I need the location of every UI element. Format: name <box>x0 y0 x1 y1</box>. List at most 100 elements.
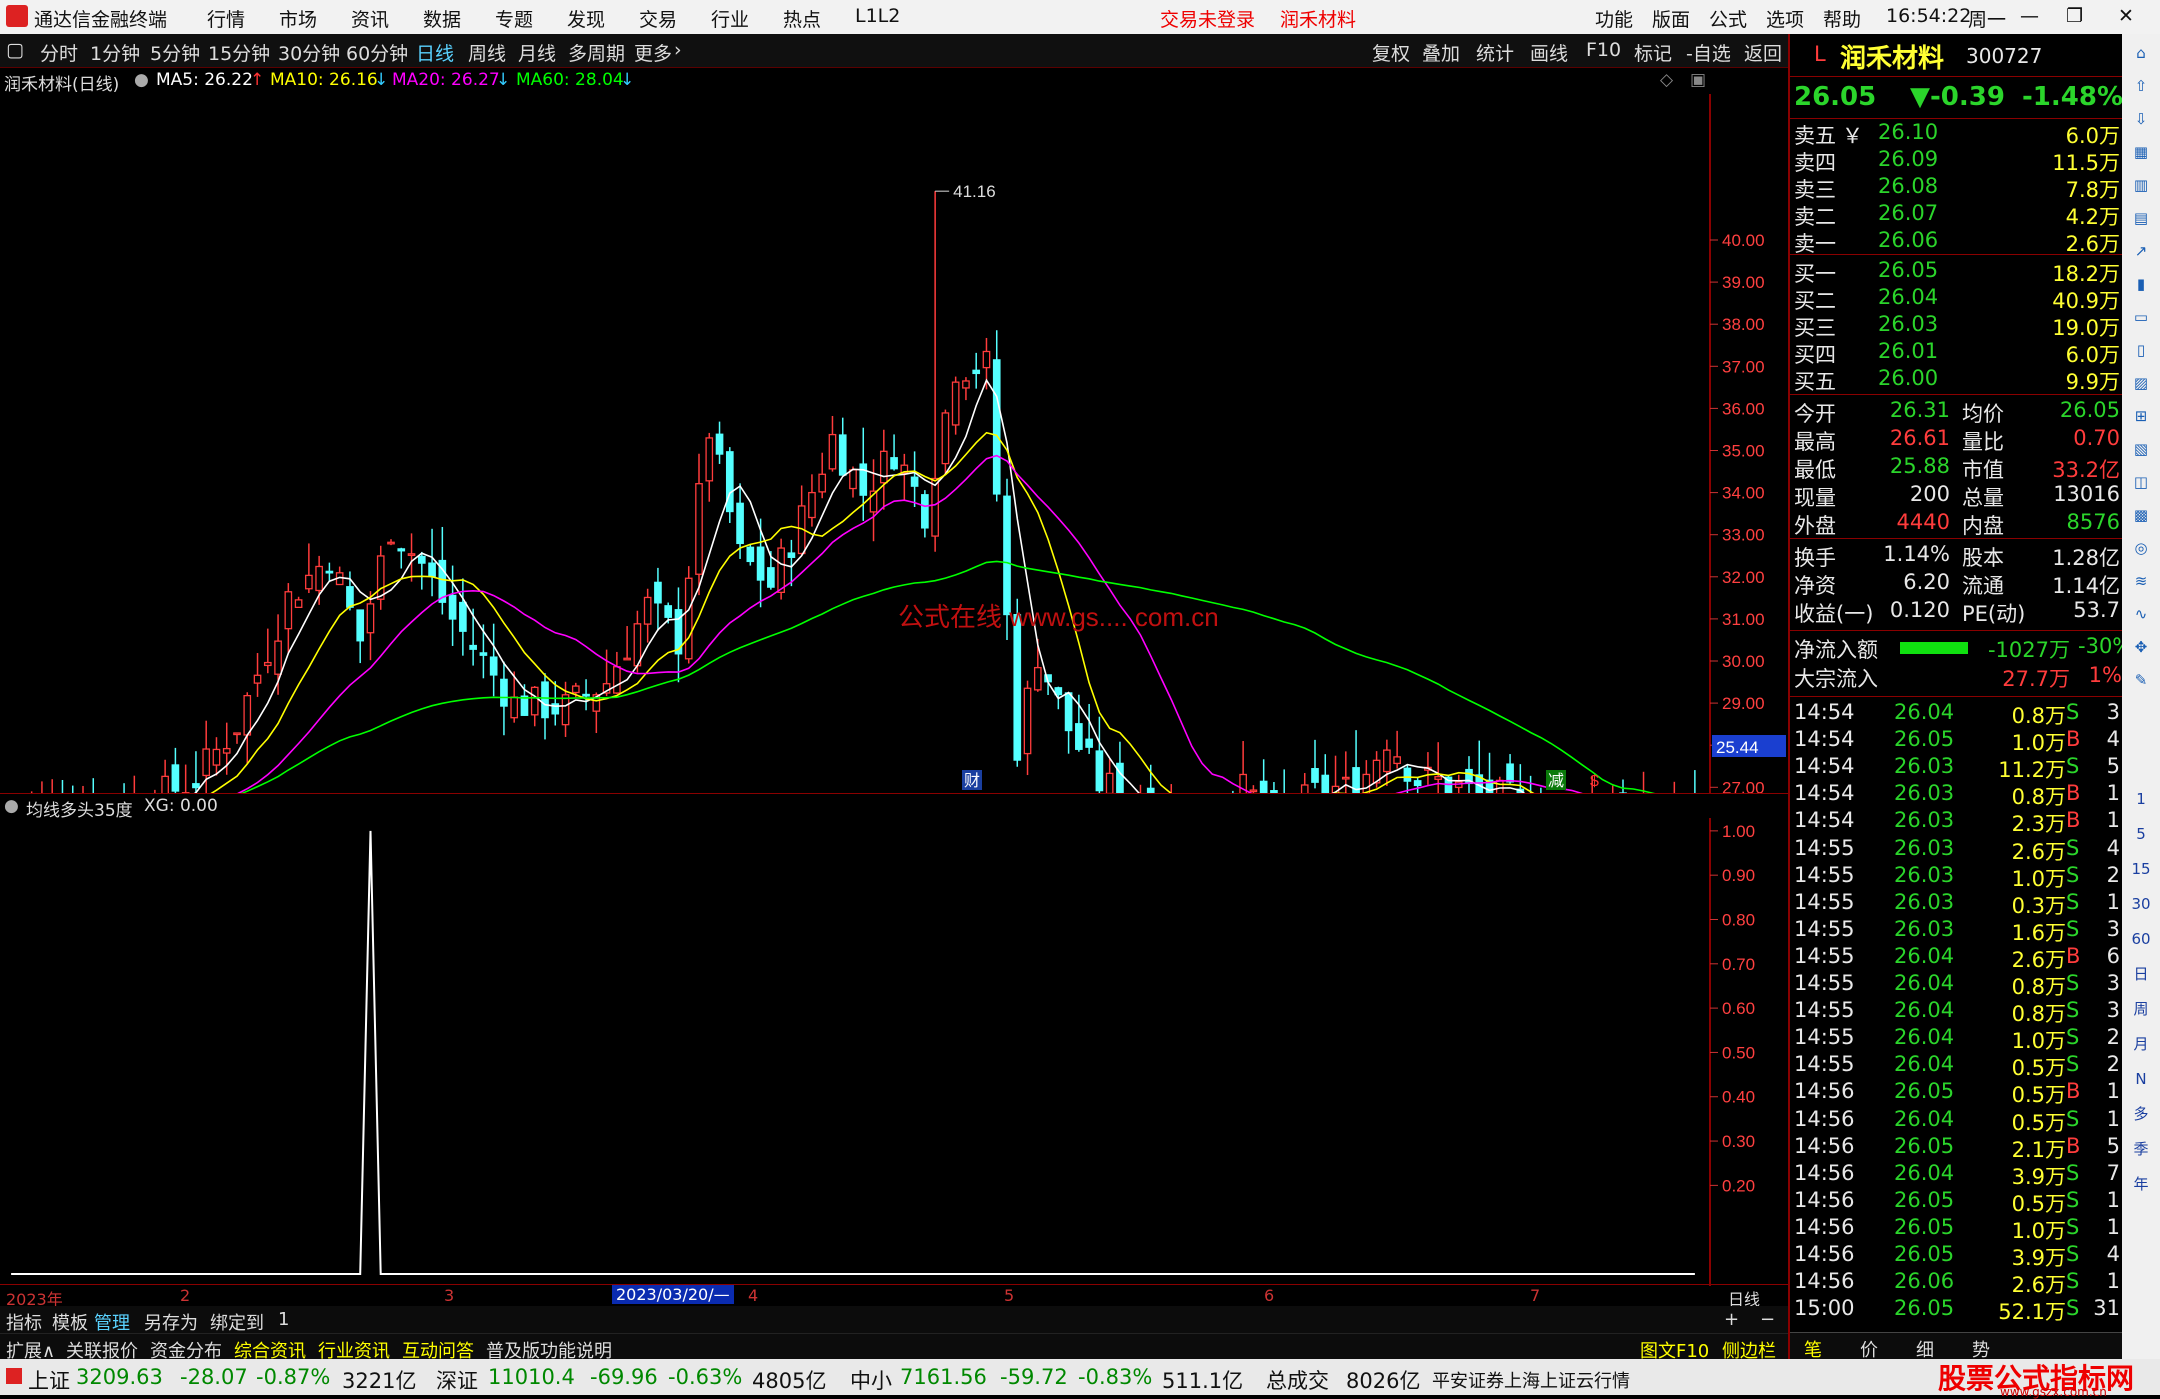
tick-volume: 1.0万 <box>2011 1218 2066 1243</box>
kline-chart[interactable]: 40.00 39.00 38.00 37.00 36.00 35.00 34.00 33.00… <box>0 94 1788 794</box>
tick-volume: 0.5万 <box>2011 1191 2066 1216</box>
restore-icon[interactable]: ❐ <box>2066 5 2083 27</box>
diamond-icon[interactable]: ◇ <box>1660 70 1673 90</box>
side-period-button[interactable]: 5 <box>2130 823 2152 845</box>
zoom-out-icon[interactable]: − <box>1760 1309 1775 1330</box>
period-monthly[interactable]: 月线 <box>518 39 556 66</box>
period-multi[interactable]: 多周期 <box>568 39 625 66</box>
side-tool-icon[interactable]: ✥ <box>2130 636 2152 658</box>
tool-f10[interactable]: F10 <box>1586 39 1621 61</box>
ma20-label: MA20: 26.27 <box>392 70 500 90</box>
menu-hot[interactable]: 热点 <box>783 5 821 32</box>
side-tool-icon[interactable]: ▭ <box>2130 306 2152 328</box>
tab-manage[interactable]: 管理 <box>94 1309 130 1335</box>
side-period-button[interactable]: 30 <box>2130 893 2152 915</box>
menu-data[interactable]: 数据 <box>423 5 461 32</box>
menu-layout[interactable]: 版面 <box>1652 5 1690 32</box>
side-tool-icon[interactable]: ⊞ <box>2130 405 2152 427</box>
side-period-button[interactable]: 15 <box>2130 858 2152 880</box>
period-60min[interactable]: 60分钟 <box>346 39 408 66</box>
menu-help[interactable]: 帮助 <box>1823 5 1861 32</box>
menu-options[interactable]: 选项 <box>1766 5 1804 32</box>
side-tool-icon[interactable]: ◎ <box>2130 537 2152 559</box>
period-fenshi[interactable]: 分时 <box>40 39 78 66</box>
collapse-icon[interactable]: ▢ <box>6 39 24 61</box>
server-name[interactable]: 平安证券上海上证云行情 <box>1432 1367 1630 1393</box>
login-status[interactable]: 交易未登录 <box>1160 5 1255 32</box>
side-tool-icon[interactable]: ∿ <box>2130 603 2152 625</box>
side-period-button[interactable]: N <box>2130 1068 2152 1090</box>
tool-back[interactable]: 返回 <box>1744 39 1782 66</box>
menu-industry[interactable]: 行业 <box>711 5 749 32</box>
menu-discover[interactable]: 发现 <box>567 5 605 32</box>
period-more[interactable]: 更多 <box>634 39 672 66</box>
tool-fuquan[interactable]: 复权 <box>1372 39 1410 66</box>
side-period-button[interactable]: 日 <box>2130 963 2152 985</box>
zoom-in-icon[interactable]: + <box>1724 1309 1739 1330</box>
minimize-icon[interactable]: — <box>2020 5 2039 27</box>
menu-topic[interactable]: 专题 <box>495 5 533 32</box>
menu-market[interactable]: 市场 <box>279 5 317 32</box>
side-tool-icon[interactable]: ✎ <box>2130 669 2152 691</box>
pane-divider[interactable] <box>0 793 1788 794</box>
side-period-button[interactable]: 年 <box>2130 1173 2152 1195</box>
side-tool-icon[interactable]: ▦ <box>2130 141 2152 163</box>
sz-label[interactable]: 深证 <box>436 1365 478 1395</box>
tab-save-as[interactable]: 另存为 <box>144 1309 198 1335</box>
menu-trade[interactable]: 交易 <box>639 5 677 32</box>
side-tool-icon[interactable]: ▮ <box>2130 273 2152 295</box>
quote-price: 26.05 <box>1794 82 1877 112</box>
zx-label[interactable]: 中小 <box>850 1365 892 1395</box>
menu-l1l2[interactable]: L1L2 <box>855 5 900 27</box>
side-tool-icon[interactable]: ⌂ <box>2130 42 2152 64</box>
menu-function[interactable]: 功能 <box>1595 5 1633 32</box>
legend-toggle-icon[interactable]: ● <box>134 70 149 90</box>
period-1min[interactable]: 1分钟 <box>90 39 140 66</box>
menu-news[interactable]: 资讯 <box>351 5 389 32</box>
side-tool-icon[interactable]: ▯ <box>2130 339 2152 361</box>
side-tool-icon[interactable]: ▧ <box>2130 438 2152 460</box>
tick-time: 14:56 <box>1794 1133 1855 1158</box>
side-tool-icon[interactable]: ▥ <box>2130 174 2152 196</box>
period-daily[interactable]: 日线 <box>416 39 454 66</box>
side-tool-icon[interactable]: ⇩ <box>2130 108 2152 130</box>
tab-template[interactable]: 模板 <box>52 1309 88 1335</box>
side-period-button[interactable]: 多 <box>2130 1103 2152 1125</box>
side-tool-icon[interactable]: ◫ <box>2130 471 2152 493</box>
period-15min[interactable]: 15分钟 <box>208 39 270 66</box>
close-icon[interactable]: ✕ <box>2118 5 2134 27</box>
period-30min[interactable]: 30分钟 <box>278 39 340 66</box>
side-tool-icon[interactable]: ▩ <box>2130 504 2152 526</box>
tool-draw[interactable]: 画线 <box>1530 39 1568 66</box>
tool-mark[interactable]: 标记 <box>1634 39 1672 66</box>
side-tool-icon[interactable]: ▨ <box>2130 372 2152 394</box>
menu-formula[interactable]: 公式 <box>1709 5 1747 32</box>
candle-body <box>654 581 662 604</box>
tool-self-select[interactable]: -自选 <box>1686 39 1731 66</box>
chevron-right-icon[interactable]: › <box>674 39 682 61</box>
window-icon[interactable]: ▣ <box>1690 70 1706 90</box>
legend-toggle-icon[interactable]: ● <box>4 796 19 816</box>
tool-overlay[interactable]: 叠加 <box>1422 39 1460 66</box>
side-period-button[interactable]: 季 <box>2130 1138 2152 1160</box>
menu-quote[interactable]: 行情 <box>207 5 245 32</box>
side-tool-icon[interactable]: ↗ <box>2130 240 2152 262</box>
side-tool-icon[interactable]: ≋ <box>2130 570 2152 592</box>
tab-indicator[interactable]: 指标 <box>6 1309 42 1335</box>
side-tool-icon[interactable]: ⇧ <box>2130 75 2152 97</box>
side-period-button[interactable]: 1 <box>2130 788 2152 810</box>
tool-stats[interactable]: 统计 <box>1476 39 1514 66</box>
tab-bind[interactable]: 绑定到 <box>210 1309 264 1335</box>
indicator-chart[interactable]: 1.00 0.90 0.80 0.70 0.60 0.50 0.40 0.30 0.20 <box>0 818 1788 1286</box>
tab-number[interactable]: 1 <box>278 1309 289 1330</box>
period-weekly[interactable]: 周线 <box>468 39 506 66</box>
side-period-button[interactable]: 月 <box>2130 1033 2152 1055</box>
ask-row: 卖三 26.08 7.8万 <box>1794 174 2120 202</box>
side-tool-icon[interactable]: ▤ <box>2130 207 2152 229</box>
sh-label[interactable]: 上证 <box>28 1365 70 1395</box>
stat-row: 外盘 4440 内盘 8576 <box>1794 510 2120 538</box>
period-5min[interactable]: 5分钟 <box>150 39 200 66</box>
side-period-button[interactable]: 周 <box>2130 998 2152 1020</box>
side-period-button[interactable]: 60 <box>2130 928 2152 950</box>
tick-row: 15:00 26.05 52.1万 S 31 <box>1794 1296 2120 1324</box>
